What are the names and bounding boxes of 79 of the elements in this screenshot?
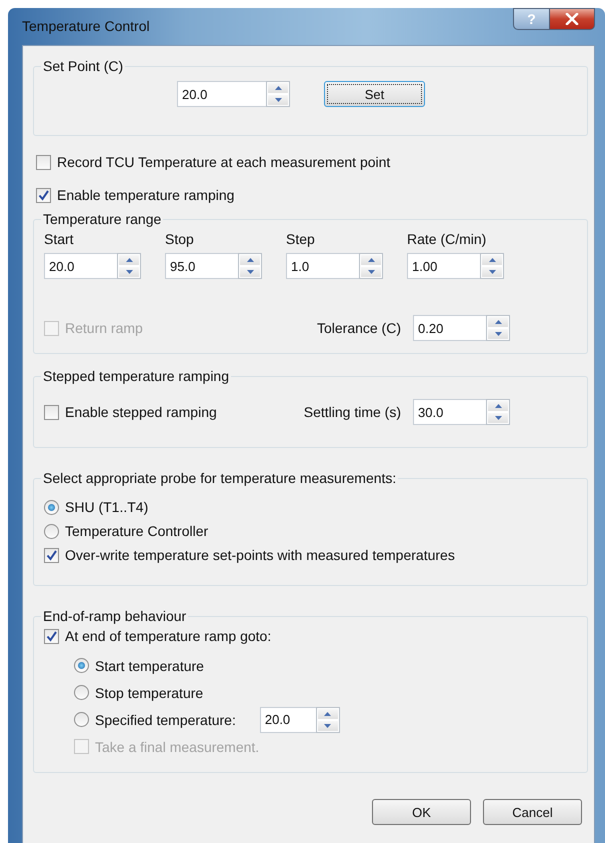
radio-label: SHU (T1..T4) xyxy=(65,499,148,515)
up-arrow-icon xyxy=(126,258,132,262)
down-arrow-icon xyxy=(488,270,496,274)
radio-button[interactable] xyxy=(74,712,89,727)
checkbox-label: Over-write temperature set-points with measured temperatures xyxy=(65,547,455,563)
spin-up-button[interactable] xyxy=(360,254,382,266)
radio-button[interactable] xyxy=(44,524,59,538)
down-arrow-icon xyxy=(324,724,332,728)
group-title: Temperature range xyxy=(42,211,162,227)
close-button[interactable] xyxy=(549,8,595,30)
group-title: Select appropriate probe for temperature measurements: xyxy=(42,470,398,486)
set-button[interactable]: Set xyxy=(324,81,425,107)
cancel-button[interactable]: Cancel xyxy=(483,799,582,825)
spin-up-button[interactable] xyxy=(481,254,503,266)
radio-label: Temperature Controller xyxy=(65,523,208,539)
down-arrow-icon xyxy=(494,332,502,336)
field-label: Tolerance (C) xyxy=(316,320,401,336)
spin-down-button[interactable] xyxy=(267,94,289,106)
up-arrow-icon xyxy=(494,404,502,408)
down-arrow-icon xyxy=(274,98,282,102)
number-field[interactable]: 1.0 xyxy=(286,253,359,279)
field-label: Settling time (s) xyxy=(304,404,401,420)
radio-label: Start temperature xyxy=(95,658,204,674)
spin-up-button[interactable] xyxy=(487,400,509,412)
up-arrow-icon xyxy=(488,258,496,262)
spin-down-button[interactable] xyxy=(118,266,140,278)
radio-button[interactable] xyxy=(74,685,89,700)
number-field[interactable]: 20.0 xyxy=(260,706,316,732)
field-label: Stop xyxy=(165,231,195,247)
radio-label: Stop temperature xyxy=(95,684,204,700)
checkbox[interactable] xyxy=(36,154,51,170)
checkbox[interactable] xyxy=(44,628,59,644)
checkbox-label: Take a final measurement. xyxy=(95,738,260,754)
spin-down-button[interactable] xyxy=(360,266,382,278)
down-arrow-icon xyxy=(494,416,502,420)
down-arrow-icon xyxy=(126,270,132,274)
up-arrow-icon xyxy=(494,320,502,324)
checkbox-label: Return ramp xyxy=(65,320,143,336)
checkbox-label: Enable temperature ramping xyxy=(57,187,234,203)
spin-down-button[interactable] xyxy=(481,266,503,278)
group-title: Set Point (C) xyxy=(42,58,124,74)
checkbox-label: At end of temperature ramp goto: xyxy=(65,628,272,644)
down-arrow-icon xyxy=(246,270,254,274)
number-field[interactable]: 1.00 xyxy=(407,253,480,279)
number-field[interactable]: 20.0 xyxy=(44,253,117,279)
number-field[interactable]: 20.0 xyxy=(177,81,266,107)
window-title: Temperature Control xyxy=(22,18,150,34)
down-arrow-icon xyxy=(368,270,374,274)
field-label: Step xyxy=(286,231,316,247)
number-field[interactable]: 95.0 xyxy=(165,253,238,279)
spin-down-button[interactable] xyxy=(487,412,509,424)
checkbox[interactable] xyxy=(36,188,51,202)
spin-up-button[interactable] xyxy=(316,708,339,720)
group-title: Stepped temperature ramping xyxy=(42,368,230,384)
up-arrow-icon xyxy=(274,86,282,90)
ok-button[interactable]: OK xyxy=(372,799,471,825)
number-field[interactable]: 0.20 xyxy=(413,315,486,341)
up-arrow-icon xyxy=(246,258,254,262)
spin-up-button[interactable] xyxy=(239,254,261,266)
checkbox[interactable] xyxy=(44,404,59,420)
radio-label: Specified temperature: xyxy=(95,712,236,728)
spin-up-button[interactable] xyxy=(267,82,289,94)
number-field[interactable]: 30.0 xyxy=(413,399,486,425)
spin-down-button[interactable] xyxy=(239,266,261,278)
field-label: Start xyxy=(44,231,75,247)
group-title: End-of-ramp behaviour xyxy=(42,608,188,624)
close-icon xyxy=(565,13,579,25)
spin-down-button[interactable] xyxy=(487,328,509,340)
checkbox-label: Enable stepped ramping xyxy=(65,404,217,420)
spin-up-button[interactable] xyxy=(487,316,509,328)
up-arrow-icon xyxy=(368,258,374,262)
checkbox-label: Record TCU Temperature at each measurement point xyxy=(57,154,390,170)
spin-up-button[interactable] xyxy=(118,254,140,266)
radio-button[interactable] xyxy=(74,658,89,673)
field-label: Rate (C/min) xyxy=(407,231,488,247)
up-arrow-icon xyxy=(324,712,332,716)
spin-down-button[interactable] xyxy=(316,720,339,732)
radio-button[interactable] xyxy=(44,500,59,514)
checkbox[interactable] xyxy=(44,548,59,562)
